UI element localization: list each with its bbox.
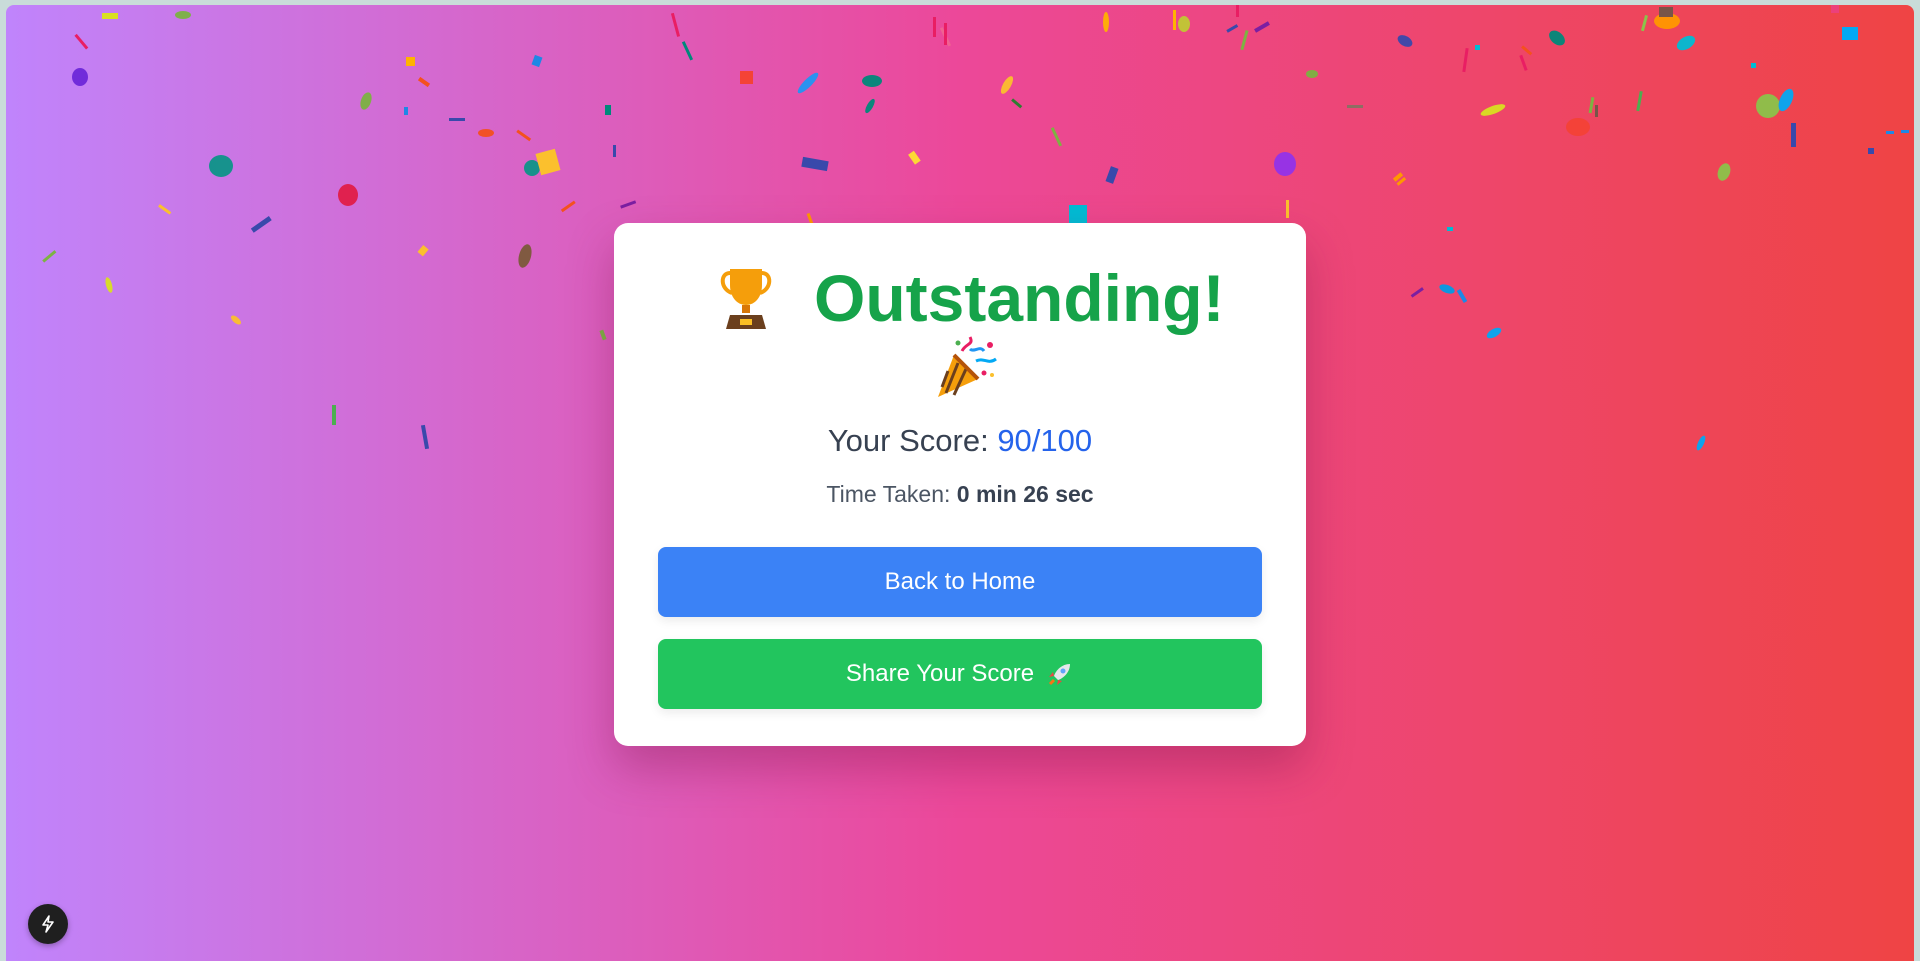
lightning-icon: [42, 915, 54, 933]
back-to-home-button[interactable]: Back to Home: [658, 547, 1262, 617]
party-popper-icon: [938, 336, 997, 397]
time-label: Time Taken:: [826, 481, 951, 507]
share-score-button[interactable]: Share Your Score: [658, 639, 1262, 709]
score-value: 90/100: [997, 423, 1093, 458]
trophy-icon: [720, 269, 772, 329]
time-value: 0 min 26 sec: [956, 481, 1094, 507]
results-page: Outstanding! Your Score: 90/100 Time Tak…: [6, 5, 1914, 961]
dev-tools-button[interactable]: [28, 904, 68, 944]
share-score-label: Share Your Score: [845, 660, 1035, 687]
time-line: Time Taken: 0 min 26 sec: [614, 481, 1306, 508]
score-label: Your Score:: [827, 423, 989, 458]
results-card: Outstanding! Your Score: 90/100 Time Tak…: [614, 223, 1306, 746]
rocket-icon: [1049, 664, 1071, 686]
result-title: Outstanding!: [814, 261, 1225, 335]
back-to-home-label: Back to Home: [884, 568, 1036, 595]
score-line: Your Score: 90/100: [614, 423, 1306, 459]
